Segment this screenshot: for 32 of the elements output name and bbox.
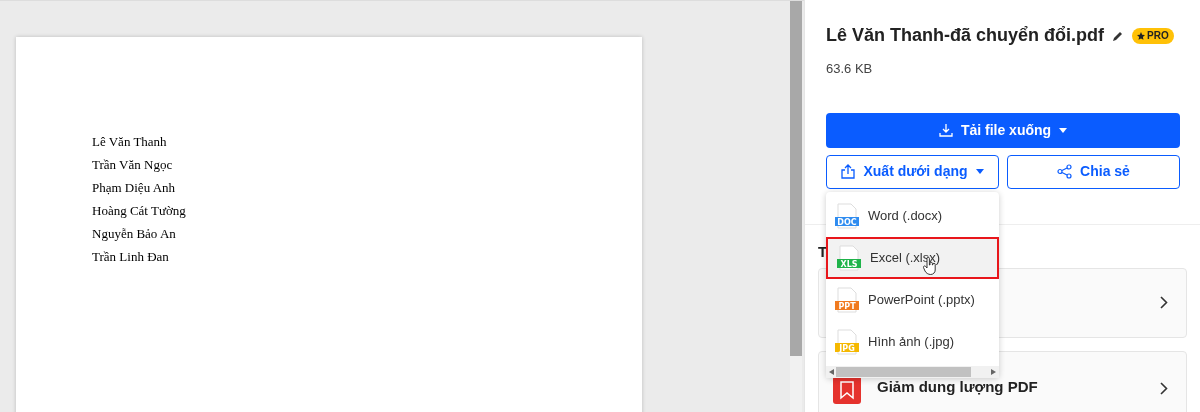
scroll-right-icon[interactable] [991, 369, 996, 375]
tool-label: Giảm dung lượng PDF [877, 376, 1038, 397]
download-button[interactable]: Tải file xuống [826, 112, 1180, 148]
scroll-left-icon[interactable] [829, 369, 834, 375]
file-size: 63.6 KB [826, 60, 874, 78]
document-line: Trần Linh Đan [92, 248, 170, 266]
horizontal-scrollbar[interactable] [826, 366, 999, 378]
caret-icon [975, 169, 984, 174]
file-icon: JPG [835, 329, 859, 355]
pencil-icon[interactable] [1112, 29, 1124, 42]
document-line: Hoàng Cát Tường [92, 202, 187, 220]
export-button[interactable]: Xuất dưới dạng [826, 154, 999, 189]
share-button[interactable]: Chia sẻ [1007, 154, 1180, 189]
chevron-right-icon [1160, 296, 1168, 309]
document-line: Nguyễn Bảo An [92, 225, 177, 243]
file-icon: XLS [837, 245, 861, 271]
share-out-icon [841, 164, 856, 179]
file-icon: DOC [835, 203, 859, 229]
star-icon [1137, 31, 1145, 40]
share-icon [1057, 164, 1073, 179]
menu-item[interactable]: PPT PowerPoint (.pptx) [826, 279, 999, 321]
file-name: Lê Văn Thanh-đã chuyển đổi.pdf [826, 24, 1104, 47]
scrollbar-thumb[interactable] [790, 1, 802, 356]
download-icon [938, 123, 953, 137]
document-line: Phạm Diệu Anh [92, 179, 177, 197]
caret-icon [1059, 127, 1068, 133]
menu-item[interactable]: DOC Word (.docx) [826, 195, 999, 237]
file-icon: PPT [835, 287, 859, 313]
badge-text: PRO [1147, 28, 1169, 43]
chevron-right-icon [1160, 381, 1168, 395]
document-line: Lê Văn Thanh [92, 133, 168, 151]
document-line: Trần Văn Ngọc [92, 156, 174, 174]
